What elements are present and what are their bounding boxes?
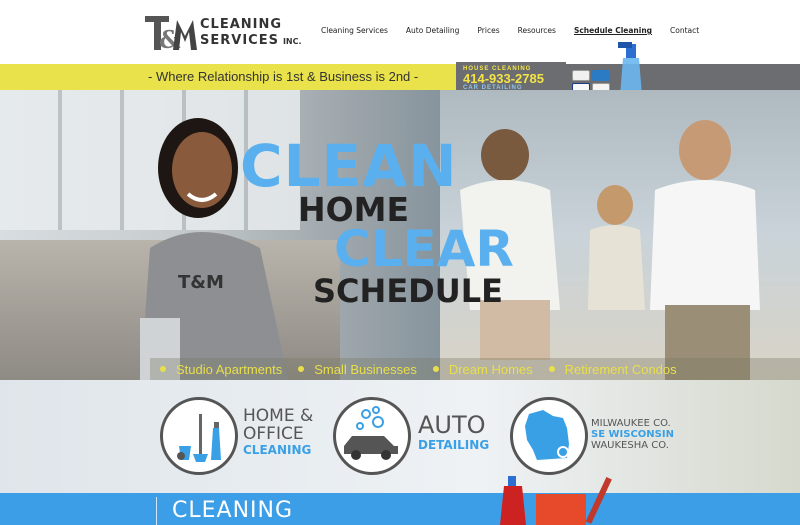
auto-line1: AUTO <box>418 411 486 439</box>
discover-card-icon <box>572 70 590 81</box>
logo-text-services: SERVICES <box>200 33 279 48</box>
bullet-dot-icon <box>298 366 305 372</box>
cleaning-tools-icon <box>177 414 221 462</box>
area-line3: WAUKESHA CO. <box>591 440 669 451</box>
auto-detailing-link[interactable] <box>333 397 411 475</box>
nav-schedule-cleaning[interactable]: Schedule Cleaning <box>565 26 661 35</box>
auto-detailing-text[interactable]: AUTO DETAILING <box>418 411 490 453</box>
logo-text-line1: CLEANING <box>200 17 283 32</box>
hero-banner: T&M CLEAN HOME CLEAR SCHEDULE <box>0 90 800 380</box>
nav-resources[interactable]: Resources <box>509 26 565 35</box>
headline-schedule: SCHEDULE <box>313 272 503 310</box>
section-title: CLEANING <box>172 498 294 523</box>
bullet-dot-icon <box>548 366 555 372</box>
shirt-logo: T&M <box>178 272 224 293</box>
bullet-dot-icon <box>160 366 166 372</box>
tagline: - Where Relationship is 1st & Business i… <box>148 69 419 84</box>
bullet-dot-icon <box>432 366 439 372</box>
bullet-retirement-condos: Retirement Condos <box>548 358 693 380</box>
site-logo[interactable]: & CLEANING SERVICES INC. <box>143 12 303 56</box>
area-line1: MILWAUKEE CO. <box>591 418 671 429</box>
headline-clear: CLEAR <box>334 220 514 278</box>
nav-contact[interactable]: Contact <box>661 26 708 35</box>
nav-prices[interactable]: Prices <box>468 26 508 35</box>
service-area-link[interactable] <box>510 397 588 475</box>
logo-text-inc: INC. <box>282 37 302 46</box>
bullet-label: Studio Apartments <box>176 361 283 377</box>
site-header: & CLEANING SERVICES INC. Cleaning Service… <box>0 0 800 64</box>
house-cleaning-phone[interactable]: 414-933-2785 <box>463 72 566 85</box>
nav-auto-detailing[interactable]: Auto Detailing <box>397 26 469 35</box>
main-nav: Cleaning Services Auto Detailing Prices … <box>312 26 708 35</box>
logo-text-line2: SERVICES INC. <box>200 33 302 48</box>
section-divider <box>156 497 157 525</box>
home-office-line3: CLEANING <box>243 443 312 457</box>
property-types-bar: Studio Apartments Small Businesses Dream… <box>150 358 800 380</box>
bullet-label: Dream Homes <box>448 361 533 377</box>
home-office-line2: OFFICE <box>243 424 304 444</box>
car-wash-icon <box>344 406 398 460</box>
home-office-text[interactable]: HOME & OFFICE CLEANING <box>243 407 313 457</box>
bullet-studio-apartments: Studio Apartments <box>160 358 298 380</box>
logo-mark-icon: & <box>145 16 197 54</box>
area-line2: SE WISCONSIN <box>591 429 674 440</box>
nav-cleaning-services[interactable]: Cleaning Services <box>312 26 397 35</box>
bullet-label: Small Businesses <box>314 361 417 377</box>
bullet-label: Retirement Condos <box>564 361 677 377</box>
bullet-small-businesses: Small Businesses <box>298 358 433 380</box>
wisconsin-map-icon <box>525 410 569 460</box>
bullet-dream-homes: Dream Homes <box>432 358 549 380</box>
section-header-bar <box>0 493 800 525</box>
auto-line2: DETAILING <box>418 438 490 452</box>
mop-bucket-icon <box>500 476 612 525</box>
service-area-text[interactable]: MILWAUKEE CO. SE WISCONSIN WAUKESHA CO. <box>591 418 674 451</box>
home-office-line1: HOME & <box>243 406 314 426</box>
home-office-cleaning-link[interactable] <box>160 397 238 475</box>
